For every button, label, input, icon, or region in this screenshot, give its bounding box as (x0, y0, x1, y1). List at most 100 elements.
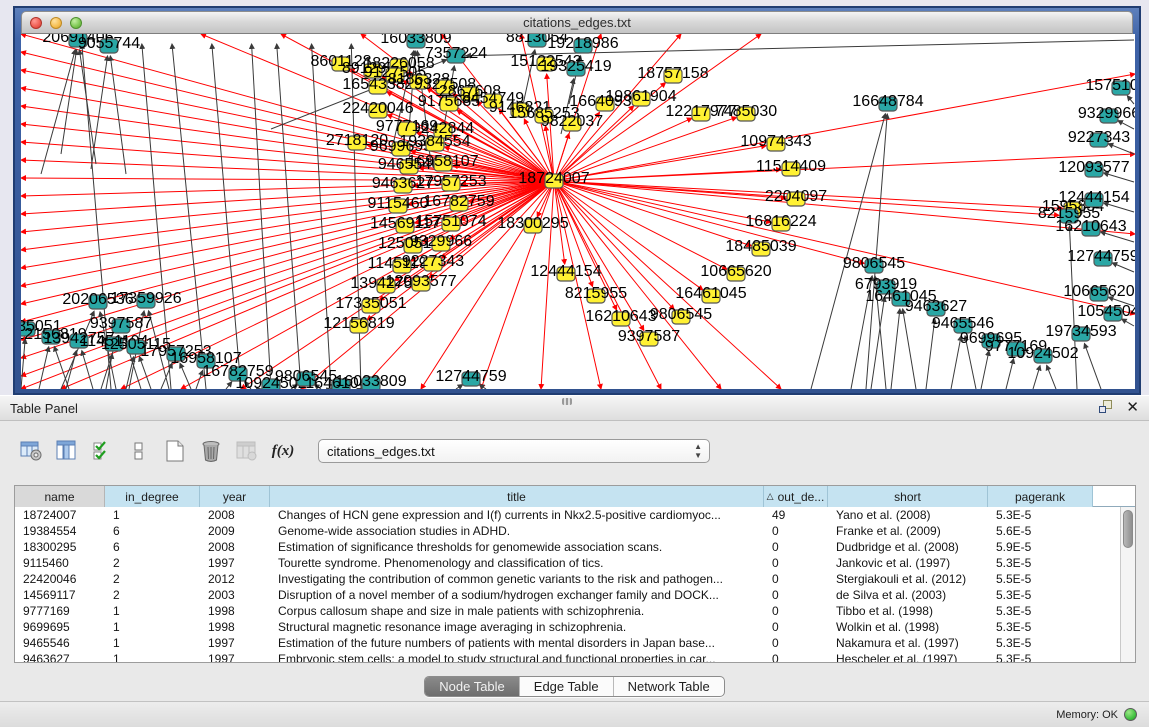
table-cell[interactable]: 6 (105, 523, 200, 539)
graph-node[interactable]: 9397587 (618, 328, 680, 346)
float-panel-icon[interactable] (1099, 400, 1114, 415)
window-titlebar[interactable]: citations_edges.txt (21, 11, 1133, 34)
citation-edge-black[interactable] (981, 351, 989, 389)
citation-edge-black[interactable] (252, 44, 271, 389)
table-cell[interactable]: 5.3E-5 (988, 555, 1093, 571)
table-cell[interactable]: 1997 (200, 651, 270, 662)
table-cell[interactable]: 0 (764, 603, 828, 619)
citation-edge-black[interactable] (82, 351, 93, 389)
graph-node[interactable]: 19384554 (399, 133, 470, 151)
citation-edge-black[interactable] (212, 44, 241, 389)
table-row[interactable]: 969969511998Structural magnetic resonanc… (15, 619, 1120, 635)
graph-node[interactable]: 2204097 (765, 188, 827, 206)
graph-node[interactable]: 19734593 (1045, 323, 1116, 341)
table-cell[interactable]: Tourette syndrome. Phenomenology and cla… (270, 555, 764, 571)
table-cell[interactable]: 9115460 (15, 555, 105, 571)
graph-node[interactable]: 22420046 (342, 100, 413, 118)
table-cell[interactable]: 5.3E-5 (988, 651, 1093, 662)
citation-edge-black[interactable] (1006, 359, 1014, 389)
table-row[interactable]: 977716911998Corpus callosum shape and si… (15, 603, 1120, 619)
graph-node[interactable]: 9329966 (1078, 105, 1135, 123)
table-cell[interactable]: 5.6E-5 (988, 523, 1093, 539)
table-mode-button[interactable] (16, 436, 46, 466)
table-cell[interactable]: Investigating the contribution of common… (270, 571, 764, 587)
graph-node[interactable]: 9463627 (905, 298, 967, 316)
graph-node[interactable]: 7357224 (425, 45, 487, 63)
citation-edge-black[interactable] (41, 50, 75, 174)
table-cell[interactable]: 49 (764, 507, 828, 523)
table-cell[interactable]: 5.5E-5 (988, 571, 1093, 587)
table-cell[interactable]: 2 (105, 571, 200, 587)
citation-edge-black[interactable] (91, 56, 108, 169)
column-header-indegree[interactable]: in_degree (105, 486, 200, 507)
table-cell[interactable]: 5.3E-5 (988, 635, 1093, 651)
graph-node[interactable]: 16461045 (675, 285, 746, 303)
citation-edge-black[interactable] (61, 50, 77, 154)
table-row[interactable]: 1456911722003Disruption of a novel membe… (15, 587, 1120, 603)
citation-edge-black[interactable] (21, 339, 25, 389)
table-row[interactable]: 1830029562008Estimation of significance … (15, 539, 1120, 555)
graph-node[interactable]: 19325419 (540, 58, 611, 76)
tab-network-table[interactable]: Network Table (614, 677, 724, 696)
table-cell[interactable]: Estimation of the future numbers of pati… (270, 635, 764, 651)
table-cell[interactable]: Embryonic stem cells: a model to study s… (270, 651, 764, 662)
graph-node[interactable]: 12093577 (385, 273, 456, 291)
close-panel-icon[interactable]: ✕ (1126, 400, 1139, 415)
graph-node[interactable]: 16782759 (423, 193, 494, 211)
create-column-button[interactable] (160, 436, 190, 466)
table-cell[interactable]: 2009 (200, 523, 270, 539)
citation-edge-black[interactable] (1084, 343, 1101, 389)
citation-edge-black[interactable] (312, 44, 331, 389)
column-header-name[interactable]: name (15, 486, 105, 507)
graph-node[interactable]: 17335051 (335, 295, 406, 313)
table-cell[interactable]: 1998 (200, 619, 270, 635)
table-cell[interactable]: 22420046 (15, 571, 105, 587)
graph-node[interactable]: 15751074 (415, 213, 486, 231)
graph-node[interactable]: 10665620 (700, 263, 771, 281)
tab-node-table[interactable]: Node Table (425, 677, 520, 696)
graph-node[interactable]: 18485039 (725, 238, 796, 256)
table-cell[interactable]: Corpus callosum shape and size in male p… (270, 603, 764, 619)
table-cell[interactable]: 9465546 (15, 635, 105, 651)
table-vertical-scrollbar[interactable] (1120, 507, 1135, 662)
select-all-rows-button[interactable] (88, 436, 118, 466)
graph-node[interactable]: 12093577 (1058, 159, 1129, 177)
graph-node[interactable]: 18300295 (497, 215, 568, 233)
graph-node[interactable]: 9227343 (402, 253, 464, 271)
citation-edge-black[interactable] (1127, 96, 1134, 104)
citation-edge-black[interactable] (811, 114, 885, 389)
graph-node[interactable]: 18757158 (637, 65, 708, 83)
citation-edge-black[interactable] (54, 346, 69, 389)
citation-edge-black[interactable] (1047, 365, 1056, 389)
table-cell[interactable]: 0 (764, 555, 828, 571)
graph-node[interactable]: 16210643 (1055, 218, 1126, 236)
table-cell[interactable]: 2008 (200, 507, 270, 523)
table-cell[interactable]: Tibbo et al. (1998) (828, 603, 988, 619)
table-cell[interactable]: 1 (105, 635, 200, 651)
graph-node[interactable]: 9227343 (1068, 129, 1130, 147)
graph-node[interactable]: 12744759 (1067, 248, 1135, 266)
table-cell[interactable]: 5.3E-5 (988, 603, 1093, 619)
graph-node[interactable]: 12744759 (435, 368, 506, 386)
table-cell[interactable]: 18724007 (15, 507, 105, 523)
table-row[interactable]: 1938455462009Genome-wide association stu… (15, 523, 1120, 539)
table-cell[interactable]: 18300295 (15, 539, 105, 555)
table-cell[interactable]: 9699695 (15, 619, 105, 635)
network-view-window[interactable]: citations_edges.txt 86011288912955182260… (13, 6, 1141, 395)
table-cell[interactable]: 5.3E-5 (988, 587, 1093, 603)
graph-node[interactable]: 16033809 (335, 373, 406, 389)
table-cell[interactable]: 9777169 (15, 603, 105, 619)
memory-status-indicator[interactable] (1124, 708, 1137, 721)
delete-column-button[interactable] (196, 436, 226, 466)
table-cell[interactable]: 0 (764, 523, 828, 539)
table-cell[interactable]: 5.3E-5 (988, 619, 1093, 635)
graph-node[interactable]: 10974343 (740, 133, 811, 151)
table-cell[interactable]: Wolkin et al. (1998) (828, 619, 988, 635)
table-cell[interactable]: 1 (105, 651, 200, 662)
table-cell[interactable]: 9463627 (15, 651, 105, 662)
table-cell[interactable]: Franke et al. (2009) (828, 523, 988, 539)
table-select-dropdown[interactable]: citations_edges.txt ▲▼ (318, 439, 710, 463)
table-cell[interactable]: Nakamura et al. (1997) (828, 635, 988, 651)
function-builder-button[interactable]: f(x) (268, 436, 298, 466)
graph-node[interactable]: 10545043 (1077, 303, 1135, 321)
